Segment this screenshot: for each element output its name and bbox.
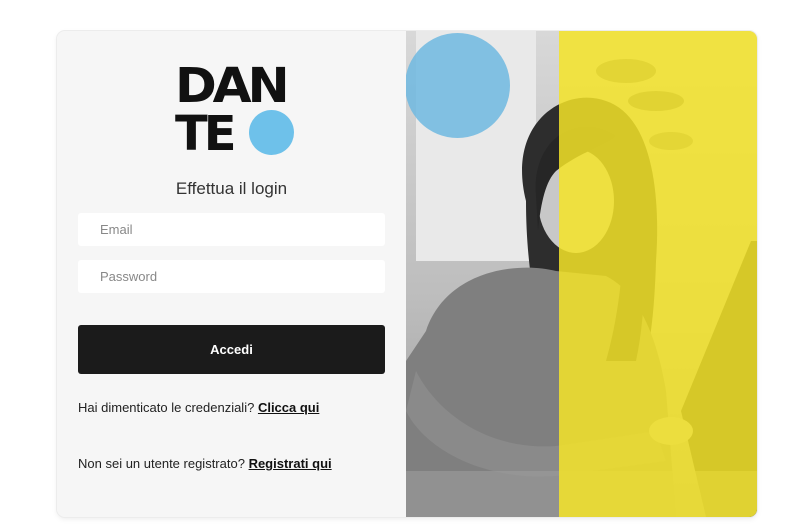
register-link[interactable]: Registrati qui: [249, 456, 332, 471]
login-button[interactable]: Accedi: [78, 325, 385, 374]
logo-line-2: TE: [175, 106, 236, 162]
register-text: Non sei un utente registrato?: [78, 456, 245, 471]
password-field[interactable]: [78, 260, 385, 293]
login-title: Effettua il login: [175, 179, 288, 198]
logo-dot: [249, 110, 294, 155]
yellow-overlay: [559, 31, 757, 517]
hero-image-panel: [406, 31, 757, 517]
logo-line-1: DAN: [175, 58, 290, 114]
forgot-credentials-line: Hai dimenticato le credenziali? Clicca q…: [78, 400, 319, 415]
dante-logo-icon: DAN TE: [175, 58, 294, 162]
register-line: Non sei un utente registrato? Registrati…: [78, 456, 332, 471]
blue-circle-decoration: [406, 33, 510, 138]
email-field[interactable]: [78, 213, 385, 246]
forgot-text: Hai dimenticato le credenziali?: [78, 400, 255, 415]
login-card: DAN TE Effettua il login Accedi Hai dime…: [57, 31, 757, 517]
login-panel: DAN TE Effettua il login Accedi Hai dime…: [57, 31, 406, 517]
forgot-link[interactable]: Clicca qui: [258, 400, 319, 415]
login-page: DAN TE Effettua il login Accedi Hai dime…: [0, 0, 808, 531]
